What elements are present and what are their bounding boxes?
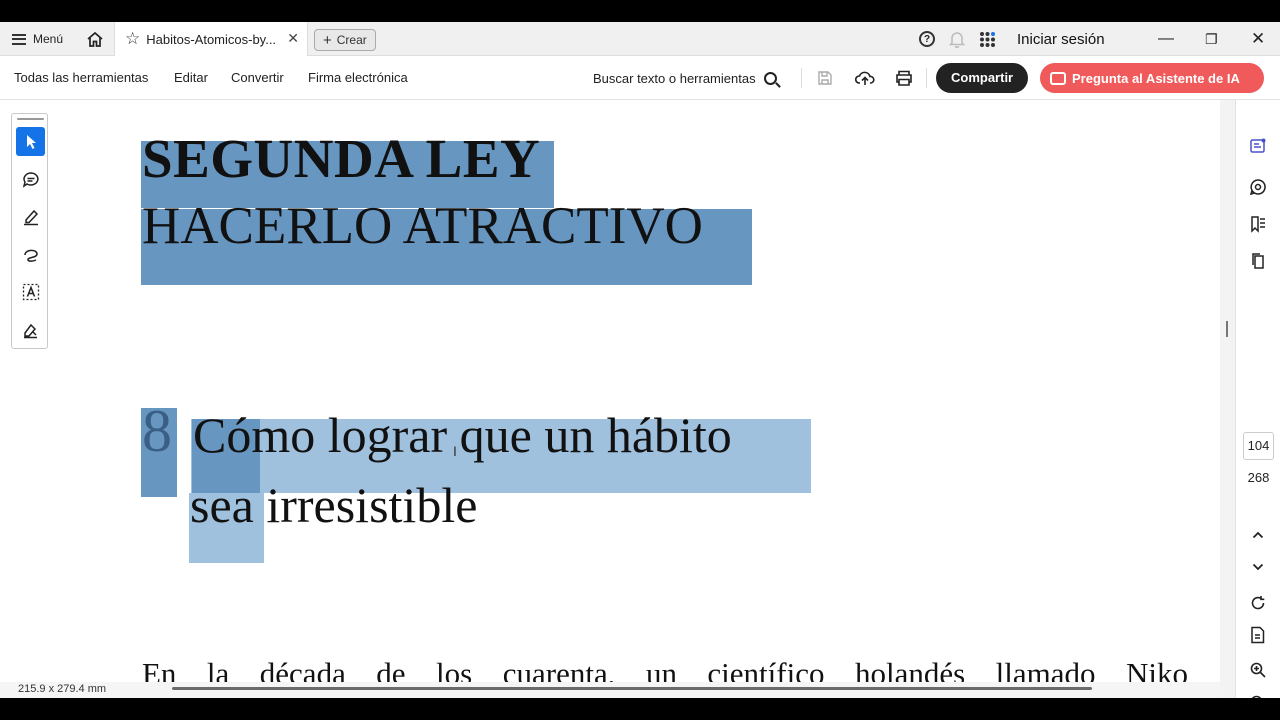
pdf-reader-window: Menú ☆ Habitos-Atomicos-by... ✕ + Crear … bbox=[0, 22, 1280, 698]
sign-in-button[interactable]: Iniciar sesión bbox=[1017, 22, 1105, 56]
document-viewport[interactable]: SEGUNDA LEY HACERLO ATRACTIVO 8 Cómo log… bbox=[0, 100, 1220, 684]
law-heading: SEGUNDA LEY bbox=[142, 128, 541, 189]
ai-assistant-label: Pregunta al Asistente de IA bbox=[1072, 70, 1240, 86]
all-tools-link[interactable]: Todas las herramientas bbox=[14, 56, 148, 100]
body-paragraph: En la década de los cuarenta, un científ… bbox=[142, 656, 1188, 684]
status-bar: 215.9 x 279.4 mm bbox=[0, 682, 1220, 698]
page-size-label: 215.9 x 279.4 mm bbox=[18, 683, 107, 695]
chapter-title-line-1: Cómo lograr que un hábito bbox=[193, 407, 732, 463]
chapter-number: 8 bbox=[142, 398, 172, 464]
plus-icon: + bbox=[323, 31, 332, 49]
close-window-icon[interactable]: ✕ bbox=[1251, 22, 1265, 56]
create-label: Crear bbox=[336, 33, 367, 47]
hamburger-icon bbox=[12, 33, 26, 45]
minimize-icon[interactable]: — bbox=[1158, 22, 1174, 56]
star-icon[interactable]: ☆ bbox=[125, 29, 140, 49]
notifications-button[interactable] bbox=[949, 22, 965, 56]
upload-button[interactable] bbox=[854, 67, 876, 89]
horizontal-scrollbar[interactable] bbox=[172, 687, 1092, 690]
highlight-tool-button[interactable] bbox=[16, 202, 45, 231]
apps-grid-icon bbox=[980, 31, 995, 47]
scrollbar-thumb[interactable] bbox=[1226, 321, 1228, 337]
tab-title: Habitos-Atomicos-by... bbox=[146, 31, 277, 47]
rotate-icon bbox=[1251, 596, 1265, 610]
toolbar-divider bbox=[926, 68, 927, 88]
print-button[interactable] bbox=[893, 67, 915, 89]
bookmarks-button[interactable] bbox=[1247, 213, 1269, 235]
search-tools-field[interactable]: Buscar texto o herramientas bbox=[593, 56, 777, 100]
share-button[interactable]: Compartir bbox=[936, 63, 1029, 93]
pages-thumbnails-button[interactable] bbox=[1247, 250, 1269, 272]
ai-chat-icon bbox=[1050, 71, 1066, 85]
text-tool-button[interactable] bbox=[16, 277, 45, 306]
vertical-scrollbar[interactable] bbox=[1220, 100, 1235, 698]
zoom-out-button[interactable] bbox=[1247, 692, 1269, 698]
rotate-button[interactable] bbox=[1247, 592, 1269, 614]
comments-panel-button[interactable] bbox=[1247, 176, 1269, 198]
bookmarks-icon bbox=[1251, 216, 1265, 233]
document-tab[interactable]: ☆ Habitos-Atomicos-by... ✕ bbox=[114, 22, 308, 56]
comments-panel-icon bbox=[1249, 179, 1266, 196]
search-icon bbox=[763, 71, 777, 85]
menu-button[interactable]: Menú bbox=[12, 22, 63, 56]
pages-thumbnails-icon bbox=[1252, 253, 1264, 269]
draw-freehand-icon bbox=[23, 249, 38, 262]
page-info-icon bbox=[1251, 626, 1265, 644]
current-page-input[interactable]: 104 bbox=[1243, 432, 1274, 460]
select-arrow-icon bbox=[26, 134, 36, 149]
cloud-upload-icon bbox=[855, 71, 875, 85]
ai-assistant-panel-icon bbox=[1250, 138, 1266, 153]
right-rail: 104 268 bbox=[1235, 100, 1280, 698]
help-icon: ? bbox=[919, 31, 935, 47]
page-info-button[interactable] bbox=[1247, 624, 1269, 646]
chapter-title-line-2: sea irresistible bbox=[190, 477, 478, 533]
bell-icon bbox=[949, 31, 965, 48]
zoom-in-button[interactable] bbox=[1247, 659, 1269, 681]
main-toolbar: Todas las herramientas Editar Convertir … bbox=[0, 56, 1280, 100]
zoom-out-icon bbox=[1251, 695, 1262, 698]
ai-assistant-button[interactable]: Pregunta al Asistente de IA bbox=[1040, 63, 1264, 93]
total-pages: 268 bbox=[1247, 470, 1270, 485]
previous-page-button[interactable] bbox=[1247, 524, 1269, 546]
highlight-pen-icon bbox=[23, 209, 38, 225]
apps-button[interactable] bbox=[979, 22, 996, 56]
text-select-icon bbox=[22, 283, 39, 300]
save-icon bbox=[818, 71, 832, 85]
menu-label: Menú bbox=[33, 32, 64, 46]
sign-tool-button[interactable] bbox=[16, 315, 45, 344]
select-tool-button[interactable] bbox=[16, 127, 45, 156]
next-page-button[interactable] bbox=[1247, 556, 1269, 578]
convert-link[interactable]: Convertir bbox=[231, 56, 284, 100]
esign-link[interactable]: Firma electrónica bbox=[308, 56, 408, 100]
ai-assistant-panel-button[interactable] bbox=[1247, 135, 1269, 157]
comment-tool-button[interactable] bbox=[16, 165, 45, 194]
zoom-in-icon bbox=[1250, 662, 1266, 678]
chevron-up-icon bbox=[1252, 531, 1264, 539]
quick-tools-bar bbox=[11, 113, 48, 349]
toolbar-divider bbox=[801, 68, 802, 88]
law-subheading: HACERLO ATRACTIVO bbox=[142, 197, 703, 255]
drag-handle[interactable] bbox=[17, 118, 44, 120]
home-icon bbox=[87, 31, 103, 47]
comment-icon bbox=[22, 171, 39, 188]
printer-icon bbox=[896, 70, 912, 86]
create-button[interactable]: + Crear bbox=[314, 29, 376, 51]
close-tab-icon[interactable]: ✕ bbox=[287, 30, 299, 47]
sign-icon bbox=[23, 323, 37, 338]
edit-link[interactable]: Editar bbox=[174, 56, 208, 100]
restore-window-icon[interactable]: ❐ bbox=[1205, 22, 1218, 56]
draw-tool-button[interactable] bbox=[16, 240, 45, 269]
home-button[interactable] bbox=[84, 22, 106, 56]
save-button[interactable] bbox=[814, 67, 836, 89]
search-placeholder: Buscar texto o herramientas bbox=[593, 70, 756, 86]
text-cursor-icon: I bbox=[453, 443, 457, 459]
help-button[interactable]: ? bbox=[919, 22, 935, 56]
tab-bar: Menú ☆ Habitos-Atomicos-by... ✕ + Crear … bbox=[0, 22, 1280, 56]
chevron-down-icon bbox=[1252, 563, 1264, 571]
